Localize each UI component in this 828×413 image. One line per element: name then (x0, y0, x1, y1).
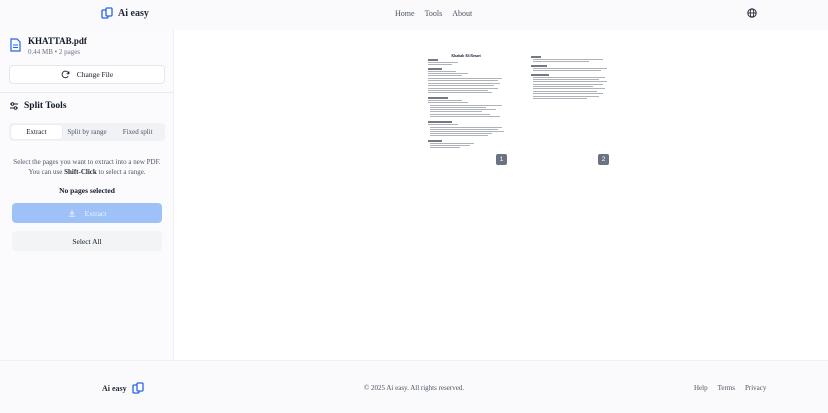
refresh-icon (61, 70, 70, 79)
help-line-1: Select the pages you want to extract int… (13, 158, 161, 166)
sliders-icon (10, 102, 18, 110)
nav-tools[interactable]: Tools (425, 9, 443, 18)
selection-status: No pages selected (59, 186, 115, 195)
sidebar: KHATTAB.pdf 0.44 MB • 2 pages Change Fil… (0, 30, 174, 360)
nav-about[interactable]: About (452, 9, 472, 18)
main-nav: Home Tools About (395, 9, 472, 18)
shift-click-hint: Shift-Click (64, 168, 97, 176)
logo-icon (101, 7, 113, 19)
split-tools-title: Split Tools (24, 101, 67, 111)
tab-split-by-range[interactable]: Split by range (62, 125, 113, 139)
download-icon (68, 209, 75, 217)
footer-link-help[interactable]: Help (694, 384, 708, 392)
extract-button[interactable]: Extract (12, 203, 162, 223)
help-line-2: You can use Shift-Click to select a rang… (28, 168, 146, 176)
file-info: KHATTAB.pdf 0.44 MB • 2 pages (10, 36, 87, 56)
footer-links: Help Terms Privacy (694, 384, 766, 392)
file-icon (10, 38, 21, 52)
extract-label: Extract (84, 208, 107, 218)
footer-link-privacy[interactable]: Privacy (745, 384, 766, 392)
tab-fixed-split[interactable]: Fixed split (112, 125, 163, 139)
brand-name: Ai easy (118, 7, 149, 19)
split-mode-tabs: Extract Split by range Fixed split (9, 123, 165, 141)
nav-home[interactable]: Home (395, 9, 415, 18)
page-number-badge-2: 2 (598, 154, 609, 165)
site-footer: Ai easy © 2025 Ai easy. All rights reser… (0, 360, 828, 413)
change-file-button[interactable]: Change File (9, 65, 165, 84)
tab-extract[interactable]: Extract (11, 125, 62, 139)
page-number-badge-1: 1 (496, 154, 507, 165)
globe-icon[interactable] (747, 8, 757, 18)
sidebar-divider (0, 92, 174, 93)
page-1-heading: Khattab Ali Rezaei (451, 54, 481, 58)
footer-link-terms[interactable]: Terms (718, 384, 735, 392)
top-header: Ai easy Home Tools About (0, 0, 828, 30)
change-file-label: Change File (76, 70, 114, 79)
extract-instructions: Select the pages you want to extract int… (0, 157, 174, 177)
split-tools-heading: Split Tools (9, 101, 67, 111)
file-meta: 0.44 MB • 2 pages (28, 48, 81, 56)
page-thumbnail-2[interactable] (529, 54, 609, 164)
brand-link[interactable]: Ai easy (101, 7, 149, 19)
page-preview-area: Khattab Ali Rezaei 1 2 (175, 30, 828, 360)
page-thumbnail-1[interactable]: Khattab Ali Rezaei (426, 54, 506, 164)
file-name: KHATTAB.pdf (28, 36, 87, 46)
select-all-button[interactable]: Select All (12, 231, 162, 251)
